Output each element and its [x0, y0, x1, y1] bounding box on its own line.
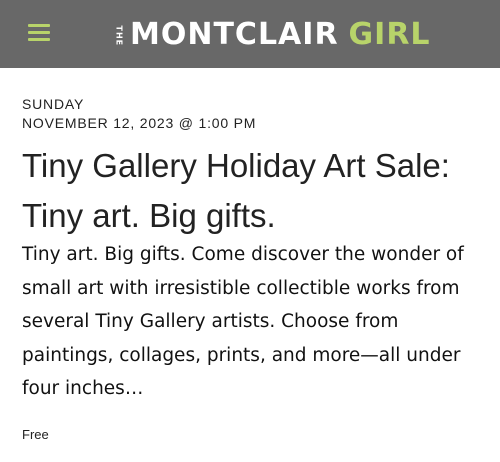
event-title[interactable]: Tiny Gallery Holiday Art Sale: Tiny art.…	[22, 141, 487, 241]
menu-line	[28, 38, 50, 41]
hamburger-menu-icon[interactable]	[28, 24, 50, 42]
event-description: Tiny art. Big gifts. Come discover the w…	[22, 244, 464, 399]
event-price: Free	[22, 427, 49, 442]
logo-main-text: MONTCLAIR	[130, 16, 339, 52]
site-header: THE MONTCLAIR GIRL	[0, 0, 500, 68]
logo-the-text: THE	[114, 25, 124, 46]
site-logo[interactable]: THE MONTCLAIR GIRL	[110, 12, 431, 56]
logo-accent-text: GIRL	[348, 16, 431, 52]
menu-line	[28, 24, 50, 27]
event-day: SUNDAY	[22, 96, 85, 112]
event-datetime: NOVEMBER 12, 2023 @ 1:00 PM	[22, 115, 257, 131]
menu-line	[28, 31, 50, 34]
